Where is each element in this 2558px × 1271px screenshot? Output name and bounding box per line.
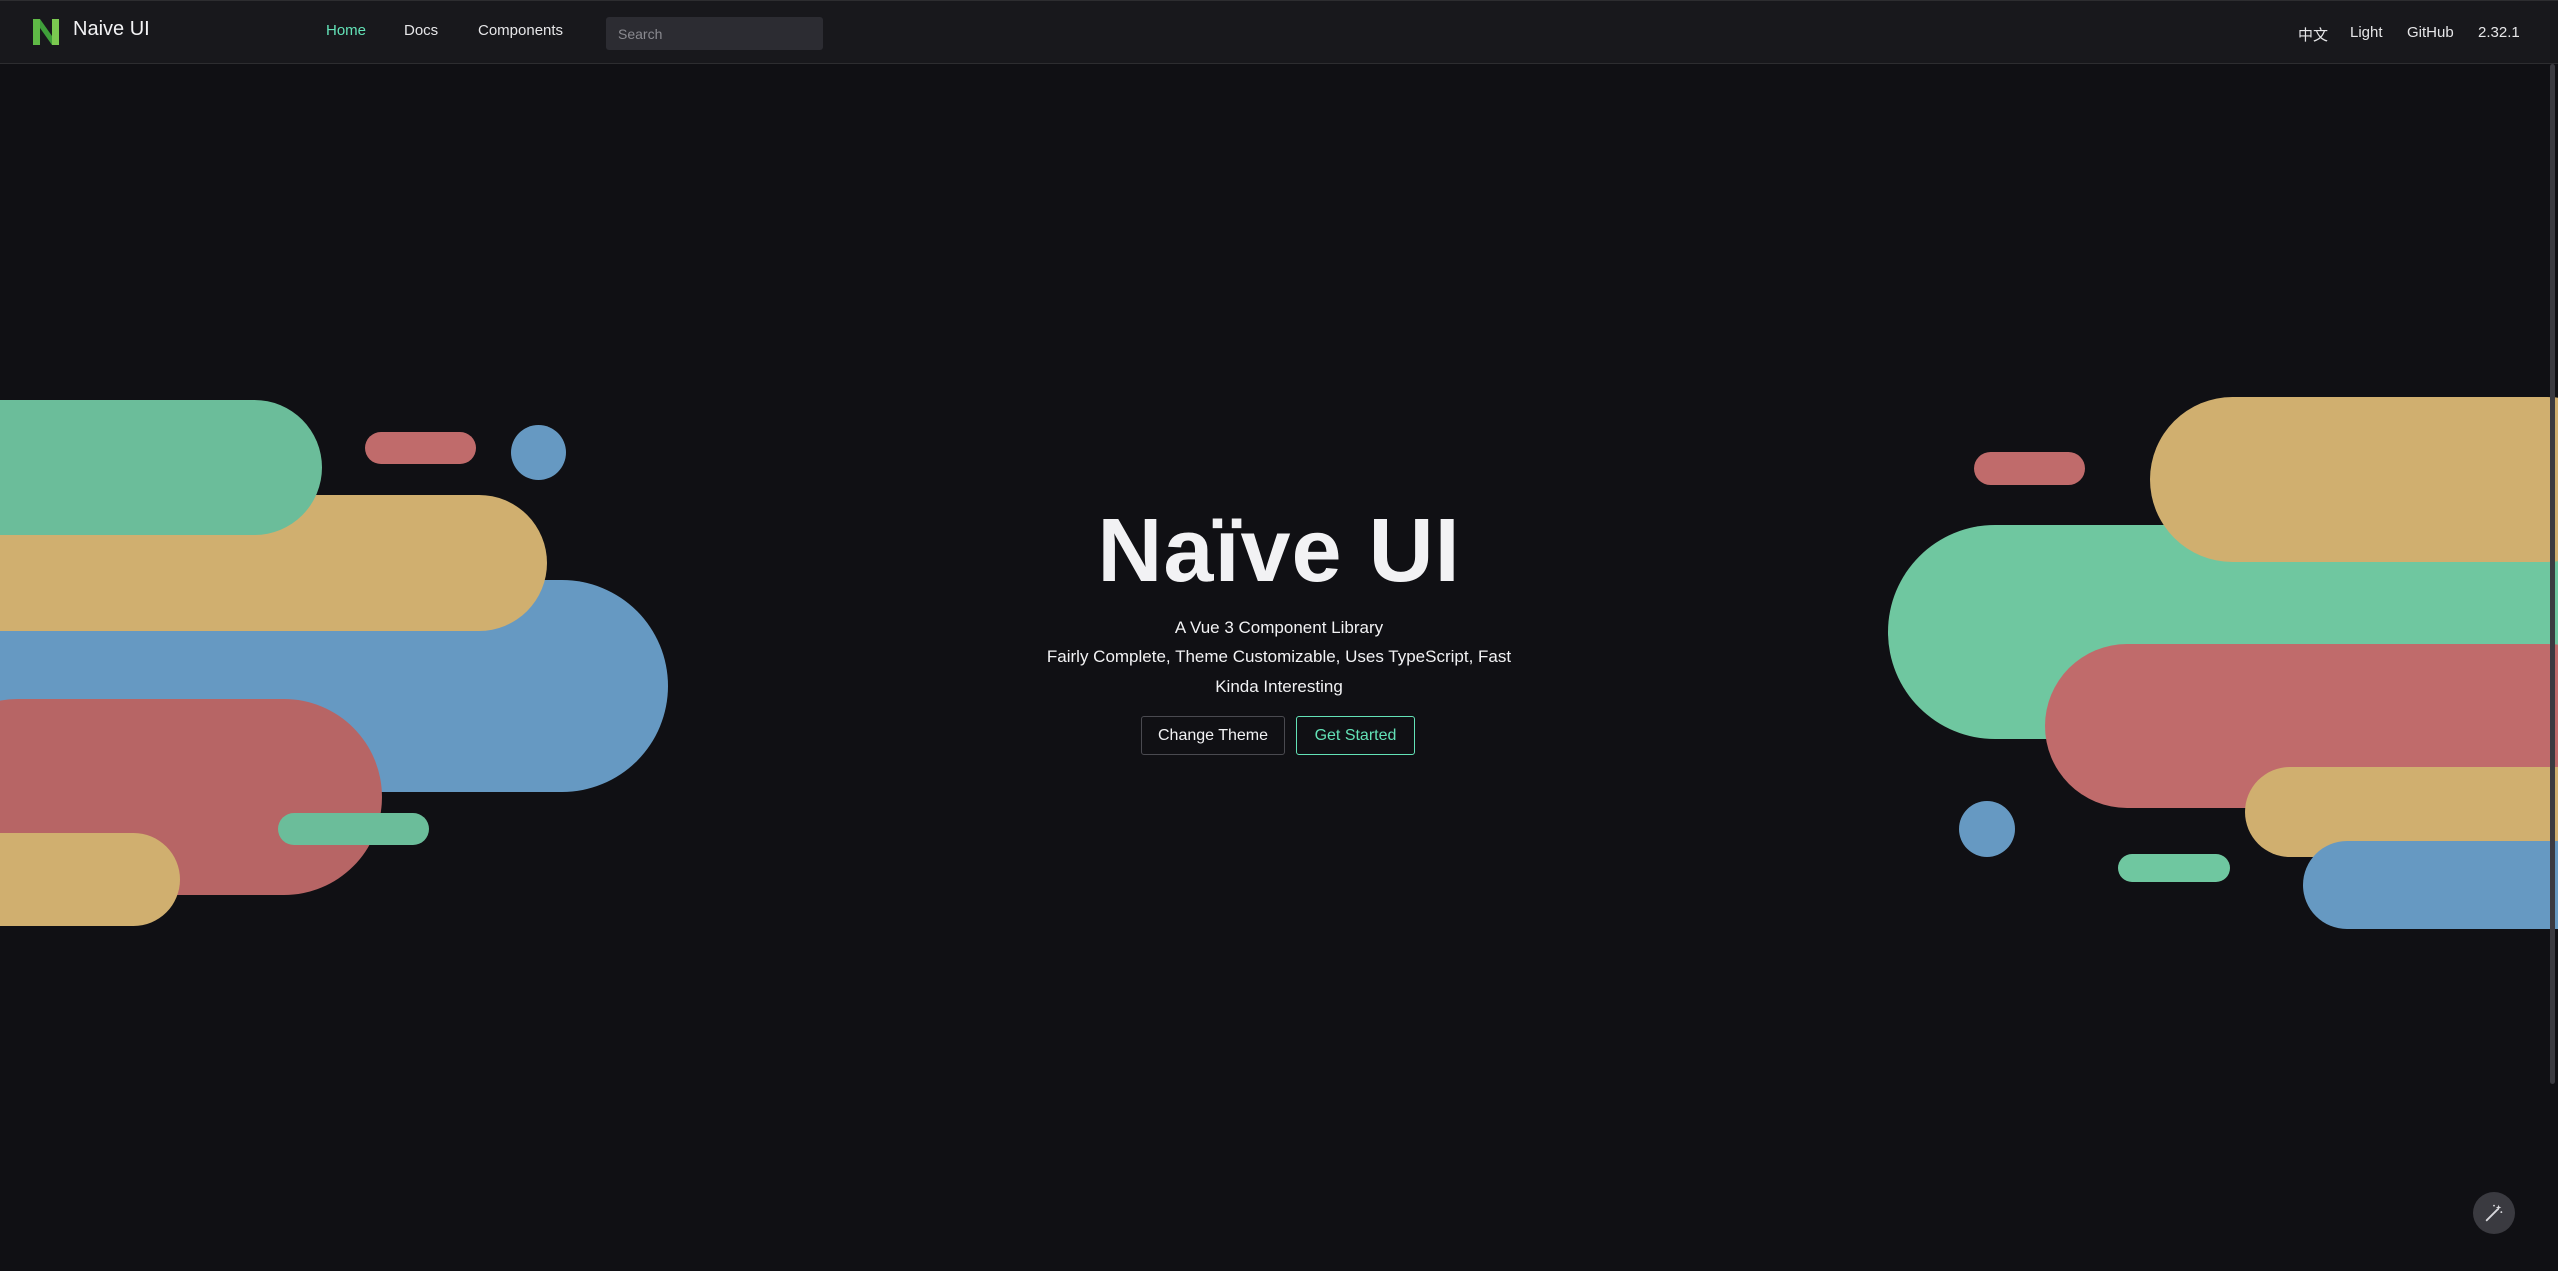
- brand-name[interactable]: Naive UI: [73, 18, 150, 41]
- nav-components[interactable]: Components: [478, 22, 563, 39]
- theme-editor-button[interactable]: [2473, 1192, 2515, 1234]
- decor-pill: [365, 432, 476, 464]
- hero-title: Naïve UI: [1097, 501, 1461, 601]
- hero-subtitle-1: A Vue 3 Component Library: [1174, 618, 1384, 637]
- search-input[interactable]: [606, 17, 823, 50]
- theme-toggle[interactable]: Light: [2350, 24, 2383, 41]
- hero-subtitle-3: Kinda Interesting: [1215, 677, 1343, 696]
- language-toggle[interactable]: 中文: [2298, 24, 2328, 45]
- decor-pill: [1974, 452, 2085, 485]
- decor-dot: [511, 425, 566, 480]
- hero-subtitle-2: Fairly Complete, Theme Customizable, Use…: [1046, 647, 1512, 666]
- nav-docs[interactable]: Docs: [404, 22, 438, 39]
- decor-pill: [2303, 841, 2558, 929]
- nav-home[interactable]: Home: [326, 22, 366, 39]
- github-link[interactable]: GitHub: [2407, 24, 2454, 41]
- decor-pill: [2118, 854, 2230, 882]
- change-theme-button[interactable]: Change Theme: [1141, 716, 1285, 755]
- top-bar: Naive UI Home Docs Components 中文 Light G…: [0, 0, 2558, 64]
- version-label[interactable]: 2.32.1: [2478, 24, 2520, 41]
- naive-ui-logo-icon[interactable]: [30, 16, 62, 48]
- decor-pill: [278, 813, 429, 845]
- magic-wand-icon: [2485, 1204, 2503, 1222]
- decor-pill: [0, 833, 180, 926]
- decor-dot: [1959, 801, 2015, 857]
- get-started-button[interactable]: Get Started: [1296, 716, 1415, 755]
- scrollbar[interactable]: [2550, 64, 2555, 1084]
